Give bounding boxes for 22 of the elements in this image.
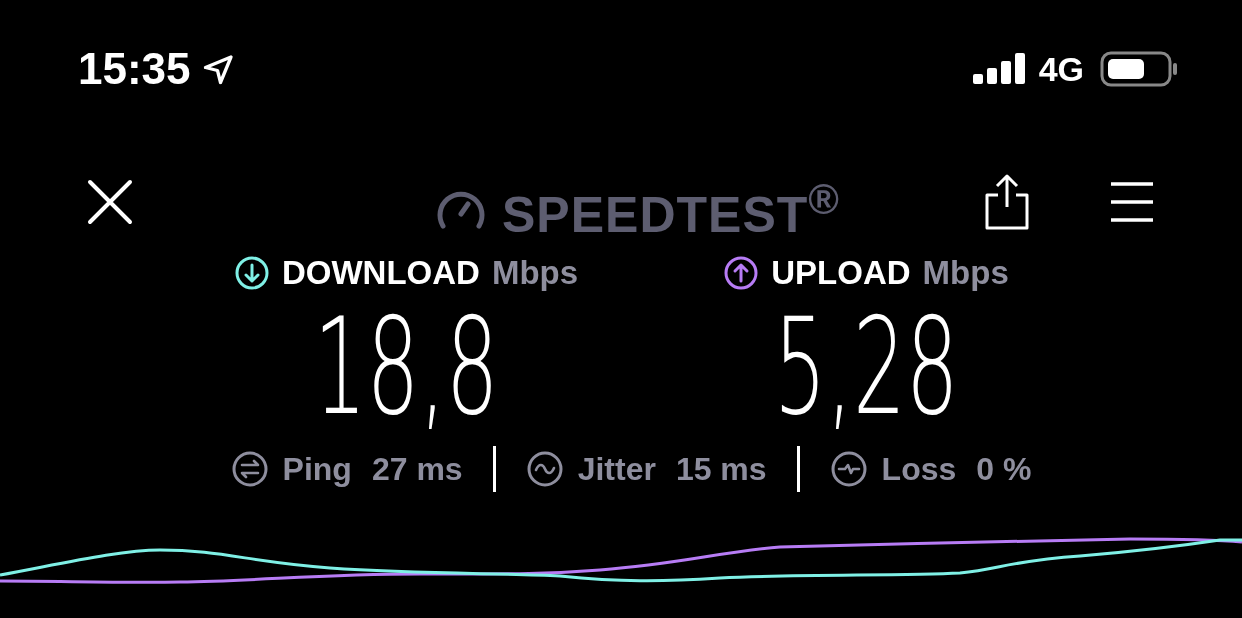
metric-value: 0 % [976,450,1032,488]
loss-icon [829,450,868,488]
status-time: 15:35 [78,44,191,94]
close-icon[interactable] [86,178,134,226]
jitter-icon [525,450,564,488]
network-type: 4G [1038,49,1084,89]
speed-value: 5,28 [773,292,959,442]
unit-label: Mbps [491,254,579,292]
unit-label: Mbps [922,254,1009,292]
metric-label: Ping [282,450,352,488]
battery-icon [1100,51,1180,87]
metric-label: Jitter [577,450,656,488]
app-logo: SPEEDTEST$^{®}$ [502,176,840,244]
metric-value: 15 ms [675,450,767,488]
metric-value: 27 ms [371,450,463,488]
menu-icon[interactable] [1110,180,1154,224]
ping-icon [230,450,269,488]
result-label: DOWNLOAD [281,254,480,292]
result-label: UPLOAD [771,254,911,292]
metric-label: Loss [881,450,957,488]
share-icon[interactable] [984,173,1030,231]
speed-value: 18,8 [313,292,499,442]
